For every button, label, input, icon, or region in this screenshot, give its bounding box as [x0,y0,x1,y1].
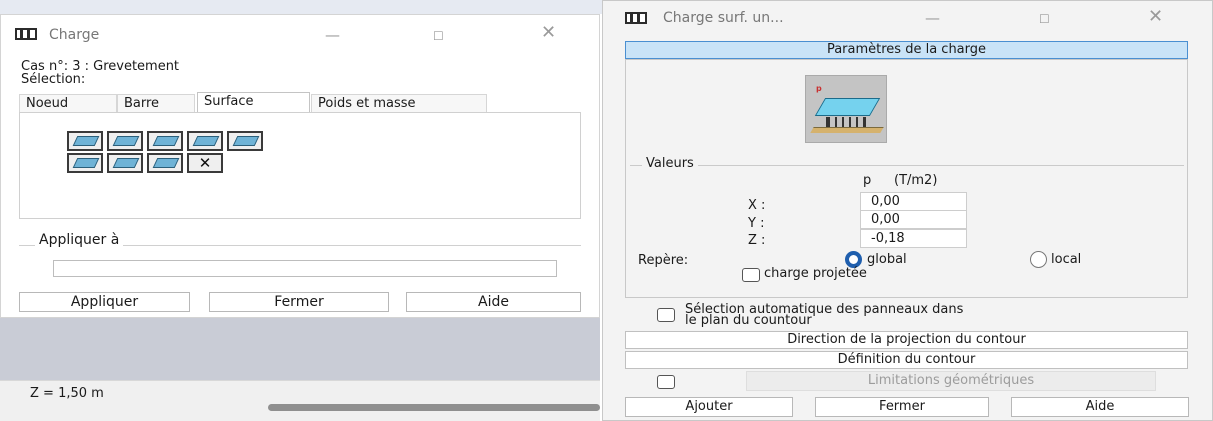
surface-load-3-points-icon[interactable] [107,131,143,151]
repere-label: Repère: [638,253,689,268]
pressure-load-icon[interactable] [147,153,183,173]
x-label: X : [748,198,766,213]
tab-noeud[interactable]: Noeud [19,94,117,113]
surface-charge-window-title: Charge surf. un... [663,10,784,26]
maximize-icon[interactable]: ☐ [433,28,444,44]
contour-definition-button[interactable]: Définition du contour [625,351,1188,369]
tab-barre[interactable]: Barre [117,94,195,113]
surface-charge-window: Charge surf. un... — ☐ ✕ Paramètres de l… [602,0,1213,421]
surface-tab-panel: ✕ [19,112,581,219]
load-type-tabs: Noeud Barre Surface Poids et masse [19,92,581,113]
close-button[interactable]: Fermer [815,397,989,417]
values-label: Valeurs [642,156,698,171]
minimize-icon[interactable]: — [325,27,340,43]
surface-charge-titlebar: Charge surf. un... — ☐ ✕ [603,1,1212,37]
apply-to-group: Appliquer à [19,232,581,283]
global-radio-label: global [867,252,907,267]
apply-button[interactable]: Appliquer [19,292,190,312]
local-radio[interactable] [1030,251,1047,268]
geometric-limits-label: Limitations géométriques [746,371,1156,391]
minimize-icon[interactable]: — [925,10,940,26]
workspace-background [0,318,600,380]
projection-direction-button[interactable]: Direction de la projection du contour [625,331,1188,349]
hydrostatic-load-icon[interactable] [107,153,143,173]
horizontal-scrollbar[interactable] [268,404,600,411]
auto-select-label-line2: le plan du countour [685,313,812,328]
close-icon[interactable]: ✕ [1148,8,1163,26]
parameters-frame: p Valeurs p (T/m2) X : 0,00 Y : 0,00 Z :… [625,59,1188,298]
z-level-label: Z = 1,50 m [30,386,104,401]
charge-window: Charge — ☐ ✕ Cas n°: 3 : Grevetement Sél… [0,14,600,318]
values-divider [630,165,1184,166]
projected-load-label: charge projetée [764,266,867,281]
maximize-icon[interactable]: ☐ [1039,11,1050,27]
status-bar: Z = 1,50 m [0,380,600,421]
point-surface-load-icon[interactable] [227,131,263,151]
linear-surface-load-icon[interactable] [147,131,183,151]
delete-load-icon[interactable]: ✕ [187,153,223,173]
column-unit-header: (T/m2) [894,173,938,188]
close-icon[interactable]: ✕ [541,24,556,42]
diagram-p-label: p [816,84,822,93]
apply-to-input[interactable] [53,260,557,277]
apply-to-label: Appliquer à [35,232,124,248]
help-button[interactable]: Aide [1011,397,1189,417]
selection-label: Sélection: [21,72,86,87]
geometric-limits-checkbox[interactable] [657,375,675,389]
y-value-field[interactable]: 0,00 [860,210,967,229]
planar-load-icon[interactable] [67,153,103,173]
load-tools-grid: ✕ [67,131,307,173]
add-button[interactable]: Ajouter [625,397,793,417]
tab-poids-et-masse[interactable]: Poids et masse [311,94,487,113]
auto-select-panels-checkbox[interactable] [657,308,675,322]
y-label: Y : [748,216,765,231]
column-p-header: p [863,173,872,188]
z-label: Z : [748,233,766,248]
x-value-field[interactable]: 0,00 [860,192,967,211]
projected-load-checkbox[interactable] [742,268,760,282]
help-button[interactable]: Aide [406,292,581,312]
z-value-field[interactable]: -0,18 [860,229,967,248]
local-radio-label: local [1051,252,1082,267]
surface-load-diagram-icon: p [805,75,887,143]
tab-surface[interactable]: Surface [197,92,310,113]
app-window-icon [625,12,647,24]
charge-window-title: Charge [49,27,100,43]
charge-titlebar: Charge — ☐ ✕ [1,15,599,55]
uniform-surface-load-icon[interactable] [67,131,103,151]
app-window-icon [15,28,37,40]
contour-load-icon[interactable] [187,131,223,151]
load-parameters-header[interactable]: Paramètres de la charge [625,41,1188,59]
close-button[interactable]: Fermer [209,292,389,312]
